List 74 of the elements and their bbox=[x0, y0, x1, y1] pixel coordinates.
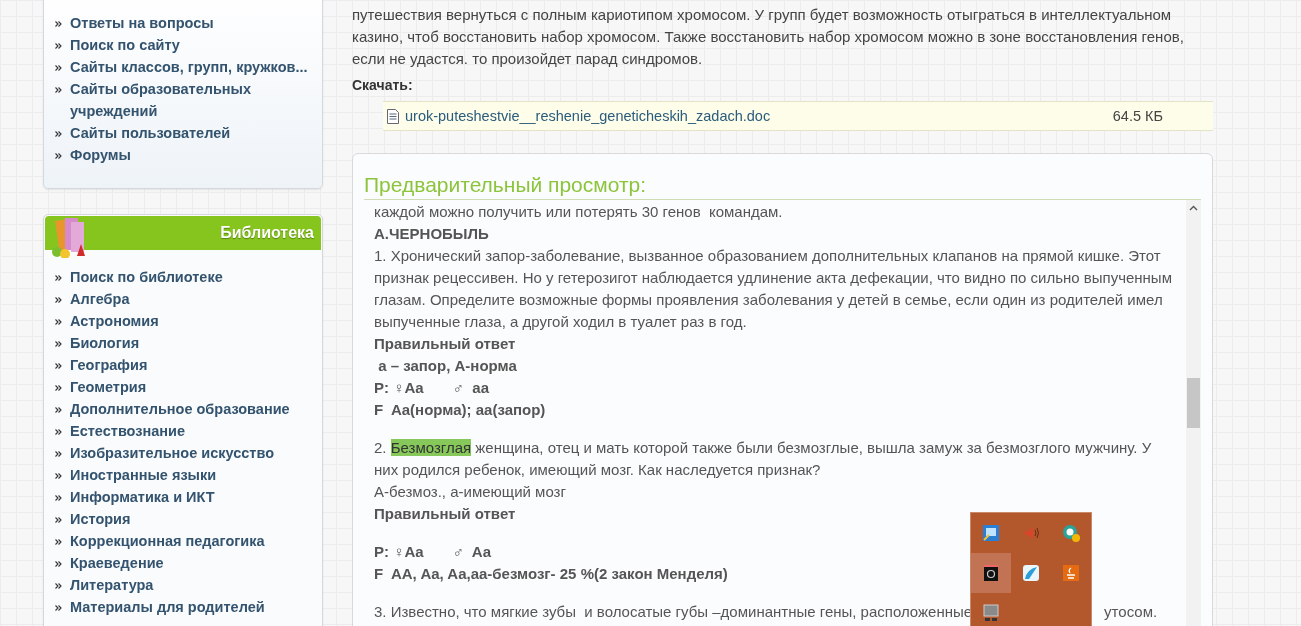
sidebar-link[interactable]: Поиск по библиотеке bbox=[70, 266, 310, 288]
double-chevron-icon bbox=[55, 605, 62, 611]
sidebar-link[interactable]: Изобразительное искусство bbox=[70, 442, 310, 464]
screen-icon bbox=[981, 523, 1001, 543]
scrollbar-thumb[interactable] bbox=[1187, 378, 1200, 428]
answer-line: P: ♀Aa ♂ aa bbox=[374, 378, 490, 398]
answer-line: Правильный ответ bbox=[374, 334, 516, 354]
sidebar-link[interactable]: Литература bbox=[70, 574, 310, 596]
sidebar-link[interactable]: Астрономия bbox=[70, 310, 310, 332]
double-chevron-icon bbox=[55, 495, 62, 501]
sidebar-link[interactable]: География bbox=[70, 354, 310, 376]
double-chevron-icon bbox=[55, 407, 62, 413]
cup-icon bbox=[1061, 563, 1081, 583]
text-paragraph: А-безмоз., а-имеющий мозг bbox=[374, 482, 567, 502]
camera-icon bbox=[981, 563, 1001, 583]
double-chevron-icon bbox=[55, 87, 62, 93]
double-chevron-icon bbox=[55, 153, 62, 159]
document-icon bbox=[387, 108, 399, 124]
double-chevron-icon bbox=[55, 43, 62, 49]
sidebar-link[interactable]: Алгебра bbox=[70, 288, 310, 310]
sidebar-link[interactable]: Геометрия bbox=[70, 376, 310, 398]
library-title: Библиотека bbox=[220, 224, 314, 242]
intro-paragraph: путешествия вернуться с полным кариотипом хромосом. У групп будет возможность отыграться в интеллектуальном казино, чтоб восстановить набор хромосом. Также восстановить набор хромосом можно в зоне восстановления генов, если не удастся. то произойдет парад синдромов. bbox=[352, 5, 1185, 69]
bird-icon bbox=[1021, 563, 1041, 583]
answer-line: F AA, Aa, Aa,aa-безмозг- 25 %(2 закон Менделя) bbox=[374, 564, 728, 584]
preview-title: Предварительный просмотр: bbox=[364, 172, 1201, 200]
sidebar-link[interactable]: Коррекционная педагогика bbox=[70, 530, 310, 552]
double-chevron-icon bbox=[55, 539, 62, 545]
double-chevron-icon bbox=[55, 517, 62, 523]
double-chevron-icon bbox=[55, 583, 62, 589]
sidebar-link[interactable]: Форумы bbox=[70, 144, 310, 166]
text-paragraph: 1. Хронический запор-заболевание, вызванное образованием дополнительных клапанов на прямой кишке. Этот признак рецессивен. Но у гетерозигот наблюдается удлинение акта дефекации, что видно по сильно выпученным глазам. Определите возможные формы проявления заболевания у детей в семье, если один из родителей имел выпученные глаза, а другой ходил в туалет раз в год. bbox=[374, 246, 1173, 332]
double-chevron-icon bbox=[55, 65, 62, 71]
sidebar-link[interactable]: Поиск по сайту bbox=[70, 34, 310, 56]
download-label: Скачать: bbox=[352, 76, 414, 95]
double-chevron-icon bbox=[55, 429, 62, 435]
double-chevron-icon bbox=[55, 275, 62, 281]
e-letter-icon bbox=[1061, 523, 1081, 543]
sidebar-link[interactable]: История bbox=[70, 508, 310, 530]
double-chevron-icon bbox=[55, 131, 62, 137]
double-chevron-icon bbox=[55, 473, 62, 479]
sidebar-link[interactable]: Иностранные языки bbox=[70, 464, 310, 486]
answer-line: А.ЧЕРНОБЫЛЬ bbox=[374, 224, 489, 244]
text-line: утосом. bbox=[1104, 603, 1158, 620]
sidebar-link[interactable]: Естествознание bbox=[70, 420, 310, 442]
sidebar-link[interactable]: Краеведение bbox=[70, 552, 310, 574]
answer-line: а – запор, А-норма bbox=[377, 356, 517, 376]
double-chevron-icon bbox=[55, 451, 62, 457]
text-paragraph: каждой можно получить или потерять 30 генов командам. bbox=[374, 202, 784, 222]
answer-line: Правильный ответ bbox=[374, 504, 516, 524]
sidebar-link[interactable]: Дополнительное образование bbox=[70, 398, 310, 420]
sidebar-link[interactable]: Биология bbox=[70, 332, 310, 354]
answer-line: P: ♀Aa ♂ Aa bbox=[374, 542, 491, 562]
double-chevron-icon bbox=[55, 385, 62, 391]
monitor-icon bbox=[981, 603, 1001, 623]
double-chevron-icon bbox=[55, 319, 62, 325]
sidebar-link[interactable]: Материалы для родителей bbox=[70, 596, 310, 618]
answer-line: F Aa(норма); aa(запор) bbox=[374, 400, 546, 420]
double-chevron-icon bbox=[55, 341, 62, 347]
sidebar-link[interactable]: Информатика и ИКТ bbox=[70, 486, 310, 508]
text-line: 3. Известно, что мягкие зубы и волосатые губы –доминантные гены, расположенные bbox=[374, 603, 973, 620]
double-chevron-icon bbox=[55, 21, 62, 27]
double-chevron-icon bbox=[55, 297, 62, 303]
double-chevron-icon bbox=[55, 561, 62, 567]
sidebar-link[interactable]: Сайты пользователей bbox=[70, 122, 310, 144]
scrollbar[interactable] bbox=[1186, 200, 1201, 626]
file-size: 64.5 КБ bbox=[1112, 108, 1163, 124]
file-link[interactable]: urok-puteshestvie__reshenie_geneticheskih_zadach.doc bbox=[405, 108, 1107, 124]
sidebar-link[interactable]: Ответы на вопросы bbox=[70, 12, 310, 34]
tray-item[interactable] bbox=[971, 553, 1011, 593]
text-paragraph: 2. Безмозглая женщина, отец и мать которой также были безмозглые, вышла замуж за безмозглого мужчину. У них родился ребенок, имеющий мозг. Как наследуется признак? bbox=[374, 438, 1153, 480]
sidebar-link[interactable]: Сайты классов, групп, кружков... bbox=[70, 56, 310, 78]
double-chevron-icon bbox=[55, 363, 62, 369]
sidebar-link[interactable]: Сайты образовательных учреждений bbox=[70, 78, 310, 122]
